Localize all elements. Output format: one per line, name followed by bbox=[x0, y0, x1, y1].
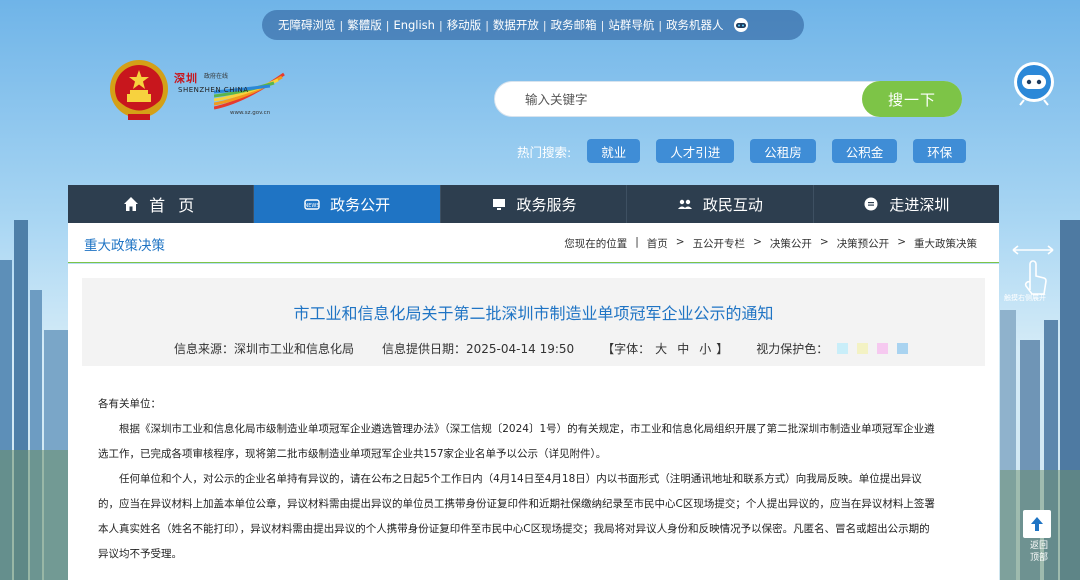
font-size-large[interactable]: 大 bbox=[655, 340, 667, 357]
paragraph-1-line-1: 根据《深圳市工业和信息化局市级制造业单项冠军企业遴选管理办法》（深工信规〔202… bbox=[119, 423, 935, 435]
robot-icon[interactable] bbox=[732, 17, 750, 33]
section-header: 重大政策决策 您现在的位置 | 首页 > 五公开专栏 > 决策公开 > 决策预公… bbox=[68, 223, 999, 263]
section-title[interactable]: 重大政策决策 bbox=[84, 234, 165, 254]
nav-gov-services-label: 政务服务 bbox=[516, 195, 577, 214]
paragraph-2-line-4: 异议均不予受理。 bbox=[98, 548, 182, 560]
hot-search: 热门搜索: 就业 人才引进 公租房 公积金 环保 bbox=[517, 139, 982, 163]
shenzhen-site-logo[interactable]: 深圳 政府在线 SHENZHEN CHINA www.sz.gov.cn bbox=[174, 70, 289, 122]
back-to-top-label-line1: 返回 bbox=[1029, 541, 1048, 551]
nav-gov-affairs-open-label: 政务公开 bbox=[330, 195, 391, 214]
gov-mail-link[interactable]: 政务邮箱 bbox=[547, 17, 601, 33]
english-link[interactable]: English bbox=[389, 18, 439, 32]
monitor-icon bbox=[492, 199, 505, 210]
article-header: 市工业和信息化局关于第二批深圳市制造业单项冠军企业公示的通知 信息来源：深圳市工… bbox=[82, 278, 985, 366]
eye-color-blue[interactable] bbox=[897, 343, 909, 354]
hot-tag-housing-fund[interactable]: 公积金 bbox=[831, 139, 898, 163]
hot-search-label: 热门搜索: bbox=[517, 144, 572, 160]
logo-url-text: www.sz.gov.cn bbox=[230, 110, 271, 116]
info-source: 信息来源：深圳市工业和信息化局 bbox=[174, 342, 355, 356]
arrow-up-icon bbox=[1031, 517, 1043, 531]
salutation: 各有关单位： bbox=[98, 398, 161, 410]
info-date: 信息提供日期：2025-04-14 19:50 bbox=[382, 342, 575, 356]
breadcrumb-separator: > bbox=[897, 236, 906, 248]
breadcrumb-five-open[interactable]: 五公开专栏 bbox=[693, 236, 746, 251]
back-to-top-label: 返回 顶部 bbox=[1024, 540, 1054, 564]
breadcrumb-home[interactable]: 首页 bbox=[647, 236, 668, 251]
nav-gov-affairs-open[interactable]: NEWS 政务公开 bbox=[254, 185, 441, 223]
separator: | bbox=[438, 18, 443, 32]
svg-text:NEWS: NEWS bbox=[305, 203, 320, 209]
separator: | bbox=[485, 18, 489, 32]
font-size-end: 】 bbox=[716, 342, 729, 356]
eye-color-cyan[interactable] bbox=[837, 343, 849, 354]
mobile-link[interactable]: 移动版 bbox=[443, 17, 486, 33]
article-body: 各有关单位： 根据《深圳市工业和信息化局市级制造业单项冠军企业遴选管理办法》（深… bbox=[98, 392, 970, 567]
paragraph-1-line-2: 选工作，已完成各项审核程序，现将第二批市级制造业单项冠军企业共157家企业名单予… bbox=[98, 448, 607, 460]
national-emblem-logo[interactable] bbox=[108, 58, 170, 124]
article-meta: 信息来源：深圳市工业和信息化局 信息提供日期：2025-04-14 19:50 … bbox=[174, 340, 909, 357]
separator: | bbox=[385, 18, 390, 32]
top-utility-bar: 无障碍浏览 | 繁體版 | English | 移动版 | 数据开放 | 政务邮… bbox=[262, 10, 804, 40]
breadcrumb-decision-preopen[interactable]: 决策预公开 bbox=[837, 236, 890, 251]
search-input[interactable] bbox=[525, 82, 855, 116]
article-content: 市工业和信息化局关于第二批深圳市制造业单项冠军企业公示的通知 信息来源：深圳市工… bbox=[68, 264, 999, 580]
paragraph-2-line-1: 任何单位和个人，对公示的企业名单持有异议的，请在公布之日起5个工作日内（4月14… bbox=[119, 473, 922, 485]
gov-robot-link[interactable]: 政务机器人 bbox=[662, 17, 728, 33]
news-icon: NEWS bbox=[304, 199, 320, 210]
separator: | bbox=[542, 18, 547, 32]
nav-enter-shenzhen[interactable]: 走进深圳 bbox=[814, 185, 999, 223]
main-nav: 首 页 NEWS 政务公开 政务服务 政民互动 走进深圳 bbox=[68, 185, 999, 223]
nav-home[interactable]: 首 页 bbox=[68, 185, 255, 223]
back-to-top-label-line2: 顶部 bbox=[1029, 553, 1048, 563]
search-bar: 搜一下 bbox=[494, 81, 962, 117]
nav-enter-shenzhen-label: 走进深圳 bbox=[889, 195, 950, 214]
separator: | bbox=[339, 18, 344, 32]
separator: | bbox=[658, 18, 663, 32]
nav-gov-services[interactable]: 政务服务 bbox=[441, 185, 628, 223]
separator: | bbox=[600, 18, 605, 32]
hot-tag-environment[interactable]: 环保 bbox=[913, 139, 967, 163]
nav-interaction[interactable]: 政民互动 bbox=[627, 185, 814, 223]
users-icon bbox=[677, 199, 692, 209]
open-data-link[interactable]: 数据开放 bbox=[489, 17, 543, 33]
breadcrumb-separator: > bbox=[675, 236, 685, 248]
breadcrumb-location-label: 您现在的位置 bbox=[564, 238, 628, 250]
font-size-small[interactable]: 小 bbox=[699, 340, 711, 357]
swipe-hint-text: 触摸右侧展开 bbox=[1004, 294, 1046, 302]
skyline-left-decoration bbox=[0, 220, 68, 580]
article-title: 市工业和信息化局关于第二批深圳市制造业单项冠军企业公示的通知 bbox=[293, 304, 774, 323]
breadcrumb-separator: > bbox=[753, 236, 762, 248]
breadcrumb-major-policy[interactable]: 重大政策决策 bbox=[914, 236, 977, 251]
font-size-label: 【字体： bbox=[602, 342, 651, 356]
eye-color-yellow[interactable] bbox=[857, 343, 869, 354]
logo-english-text: SHENZHEN CHINA bbox=[178, 86, 249, 94]
back-to-top-button[interactable] bbox=[1023, 510, 1051, 538]
paragraph-2-line-3: 本人真实姓名（姓名不能打印），异议材料需由提出异议的个人携带身份证复印件至市民中… bbox=[98, 523, 930, 535]
search-button[interactable]: 搜一下 bbox=[862, 81, 962, 117]
logo-chinese-text: 深圳 bbox=[174, 72, 198, 85]
robot-assistant-icon[interactable] bbox=[1012, 60, 1056, 106]
site-group-nav-link[interactable]: 站群导航 bbox=[604, 17, 658, 33]
breadcrumb-decision-open[interactable]: 决策公开 bbox=[770, 236, 812, 251]
home-icon bbox=[124, 197, 139, 211]
breadcrumb-separator: | bbox=[635, 236, 639, 248]
info-circle-icon bbox=[864, 197, 878, 211]
paragraph-2-line-2: 的，应当在异议材料上加盖本单位公章，异议材料需由提出异议的单位员工携带身份证复印… bbox=[98, 498, 935, 510]
accessibility-link[interactable]: 无障碍浏览 bbox=[274, 17, 340, 33]
hot-tag-public-housing[interactable]: 公租房 bbox=[750, 139, 816, 163]
breadcrumb: 您现在的位置 | 首页 > 五公开专栏 > 决策公开 > 决策预公开 > 重大政… bbox=[564, 236, 977, 251]
font-size-medium[interactable]: 中 bbox=[677, 340, 689, 357]
hot-tag-employment[interactable]: 就业 bbox=[587, 139, 641, 163]
eye-color-pink[interactable] bbox=[877, 343, 889, 354]
eye-protection-label: 视力保护色： bbox=[756, 342, 829, 356]
nav-interaction-label: 政民互动 bbox=[702, 195, 763, 214]
nav-home-label: 首 页 bbox=[149, 196, 199, 215]
traditional-chinese-link[interactable]: 繁體版 bbox=[343, 17, 386, 33]
hot-tag-talent[interactable]: 人才引进 bbox=[656, 139, 735, 163]
breadcrumb-separator: > bbox=[819, 236, 829, 248]
